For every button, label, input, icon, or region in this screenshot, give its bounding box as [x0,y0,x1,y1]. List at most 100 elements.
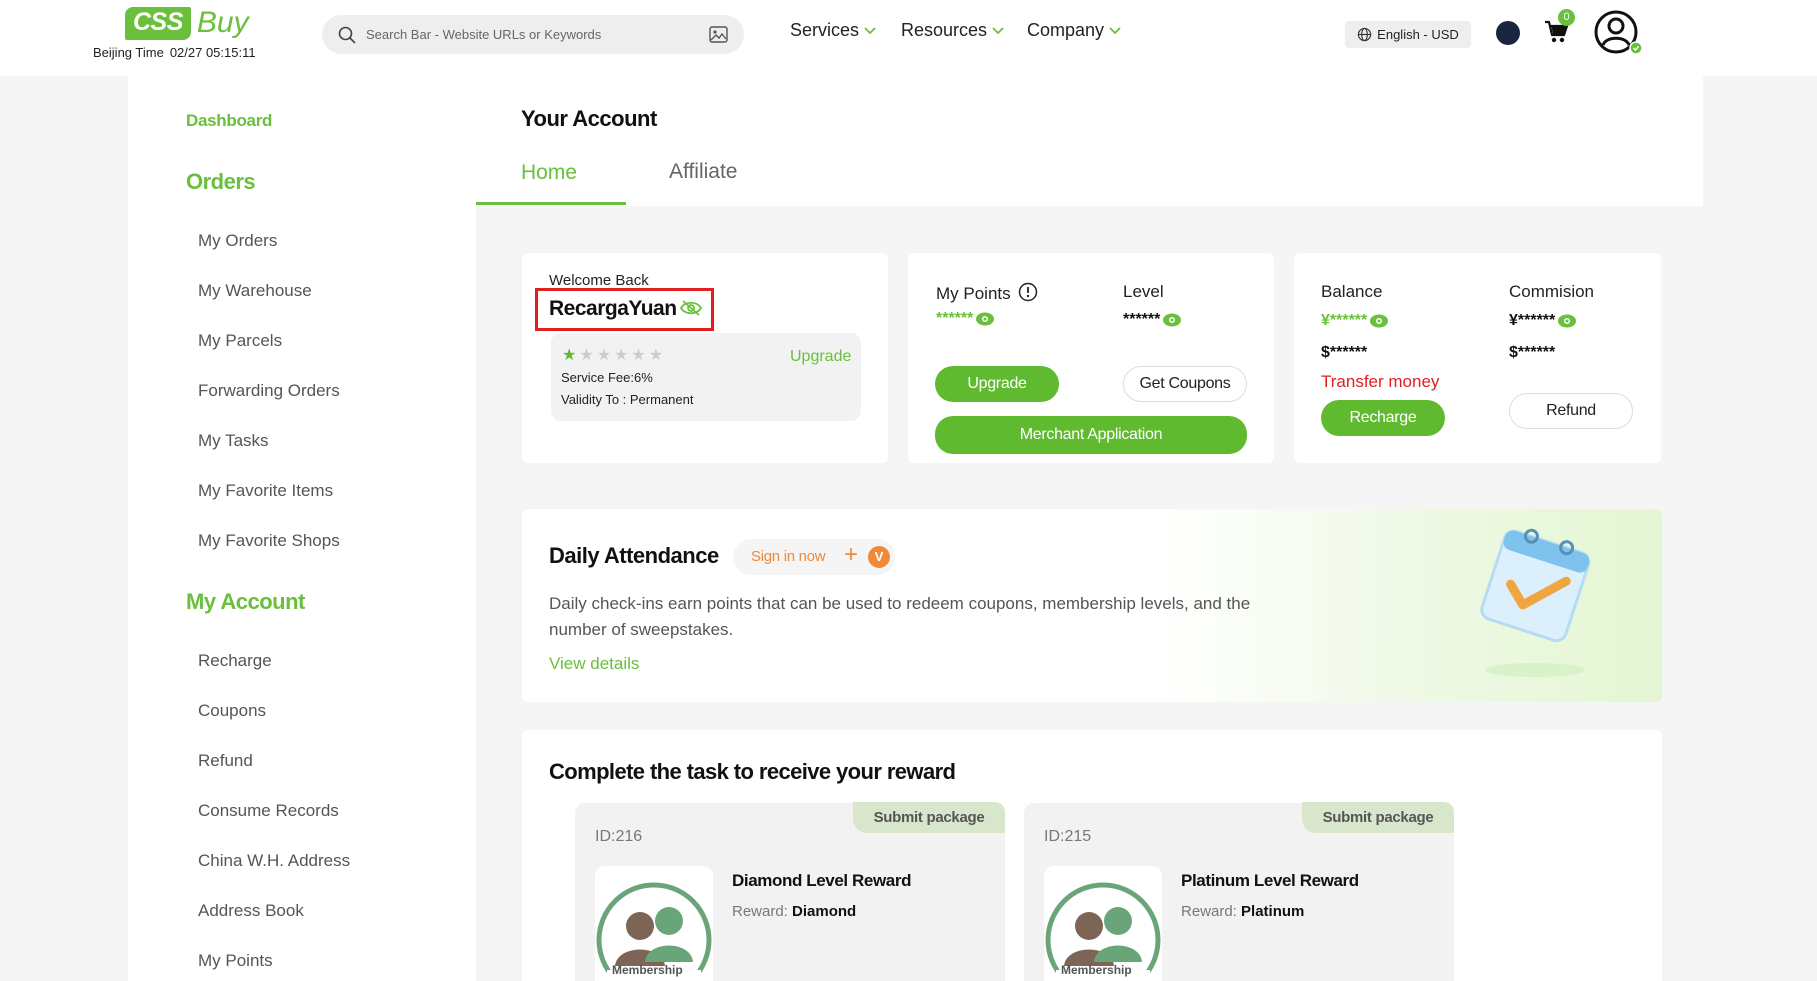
view-details-link[interactable]: View details [549,654,639,674]
level-value: ****** [1123,311,1182,329]
v-badge-icon: V [868,546,890,568]
attendance-title: Daily Attendance [549,543,719,568]
sidebar-item-consume-records[interactable]: Consume Records [198,801,339,821]
transfer-money-link[interactable]: Transfer money [1321,372,1439,392]
eye-icon[interactable] [1557,313,1577,329]
attendance-description-line: number of sweepstakes. [549,620,734,639]
reward-value: Platinum [1241,903,1305,920]
page-title: Your Account [521,106,657,131]
star-icon: ★ [614,347,629,364]
commission-cny-mask: ¥****** [1509,312,1556,329]
language-label: English - USD [1377,27,1459,42]
upgrade-button[interactable]: Upgrade [935,366,1059,402]
logo-badge: CSS [125,6,191,40]
chevron-down-icon [992,26,1004,34]
sign-in-now-button[interactable]: Sign in now [751,548,826,565]
sidebar-item-china-wh-address[interactable]: China W.H. Address [198,851,350,871]
star-icon: ★ [648,347,664,364]
reward-id: ID:215 [1044,828,1092,845]
sidebar-item-my-tasks[interactable]: My Tasks [198,431,269,451]
eye-icon[interactable] [975,311,995,327]
chevron-down-icon [864,26,876,34]
membership-badge-label: Membership [612,963,683,977]
nav-services[interactable]: Services [790,20,877,41]
logo-word: Buy [196,6,249,39]
membership-badge-label: Membership [1061,963,1132,977]
sidebar-item-my-orders[interactable]: My Orders [198,231,277,251]
star-icon: ★ [579,347,594,364]
reward-name: Diamond Level Reward [732,871,912,890]
sidebar-item-coupons[interactable]: Coupons [198,701,266,721]
search-icon [338,26,356,43]
sidebar-item-dashboard[interactable]: Dashboard [186,111,272,131]
sidebar-item-forwarding-orders[interactable]: Forwarding Orders [198,381,340,401]
account-header-panel [476,76,1703,206]
eye-icon[interactable] [1162,312,1182,328]
my-points-label: My Points [936,282,1038,304]
language-selector[interactable]: English - USD [1345,21,1471,48]
commission-cny: ¥****** [1509,312,1577,330]
nav-services-label: Services [790,20,860,40]
sidebar-item-address-book[interactable]: Address Book [198,901,304,921]
image-search-icon[interactable] [709,26,728,43]
beijing-time: Beijing Time 02/27 05:15:11 [93,45,256,60]
sidebar-item-my-favorite-items[interactable]: My Favorite Items [198,481,333,501]
tab-affiliate[interactable]: Affiliate [669,160,738,184]
eye-icon[interactable] [1369,313,1389,329]
balance-cny-mask: ¥****** [1321,312,1368,329]
nav-company[interactable]: Company [1027,20,1122,41]
reward-label: Reward: [732,903,788,920]
reward-value: Diamond [792,903,857,920]
reward-name: Platinum Level Reward [1181,871,1359,890]
sidebar-item-my-parcels[interactable]: My Parcels [198,331,282,351]
plus-icon: + [844,541,859,568]
commission-label: Commision [1509,282,1595,301]
recharge-button[interactable]: Recharge [1321,400,1445,436]
search-bar[interactable] [322,15,744,54]
sidebar-item-my-favorite-shops[interactable]: My Favorite Shops [198,531,340,551]
refund-button[interactable]: Refund [1509,393,1633,429]
reward-detail: Reward: Platinum [1181,903,1304,920]
service-fee: Service Fee:6% [561,370,653,385]
my-points-text: My Points [936,284,1011,303]
reward-detail: Reward: Diamond [732,903,856,920]
logo[interactable]: CSS Buy [125,6,249,40]
get-coupons-button[interactable]: Get Coupons [1123,366,1247,402]
validity: Validity To : Permanent [561,392,694,407]
reward-label: Reward: [1181,903,1237,920]
commission-usd: $****** [1509,344,1556,361]
welcome-label: Welcome Back [549,272,649,289]
sidebar-heading-my-account[interactable]: My Account [186,589,305,615]
star-rating: ★ ★ ★ ★ ★ ★ [562,345,663,365]
submit-package-tag: Submit package [853,802,1005,833]
username: RecargaYuan [549,297,677,320]
dark-mode-icon[interactable] [1494,19,1522,47]
info-icon[interactable] [1018,282,1038,302]
chevron-down-icon [1109,26,1121,34]
points-value: ****** [936,310,995,328]
attendance-description-line: Daily check-ins earn points that can be … [549,594,1251,613]
balance-cny: ¥****** [1321,312,1389,330]
time-value: 02/27 05:15:11 [169,45,256,60]
cart-count-badge: 0 [1558,9,1575,26]
sidebar-heading-orders[interactable]: Orders [186,169,256,195]
active-tab-indicator [476,202,626,205]
tasks-title: Complete the task to receive your reward [549,759,956,784]
sidebar-item-recharge[interactable]: Recharge [198,651,272,671]
search-input[interactable] [366,27,709,42]
balance-usd: $****** [1321,344,1368,361]
nav-resources[interactable]: Resources [901,20,1005,41]
sidebar-item-refund[interactable]: Refund [198,751,253,771]
eye-hidden-icon[interactable] [680,299,702,317]
user-avatar-icon[interactable] [1593,9,1645,57]
level-label: Level [1123,282,1164,301]
submit-package-tag: Submit package [1302,802,1454,833]
tab-home[interactable]: Home [521,161,577,185]
star-icon: ★ [562,347,577,364]
star-icon: ★ [631,347,646,364]
points-mask: ****** [936,310,974,327]
upgrade-link[interactable]: Upgrade [790,348,851,366]
sidebar-item-my-points[interactable]: My Points [198,951,273,971]
sidebar-item-my-warehouse[interactable]: My Warehouse [198,281,312,301]
merchant-application-button[interactable]: Merchant Application [935,416,1247,454]
